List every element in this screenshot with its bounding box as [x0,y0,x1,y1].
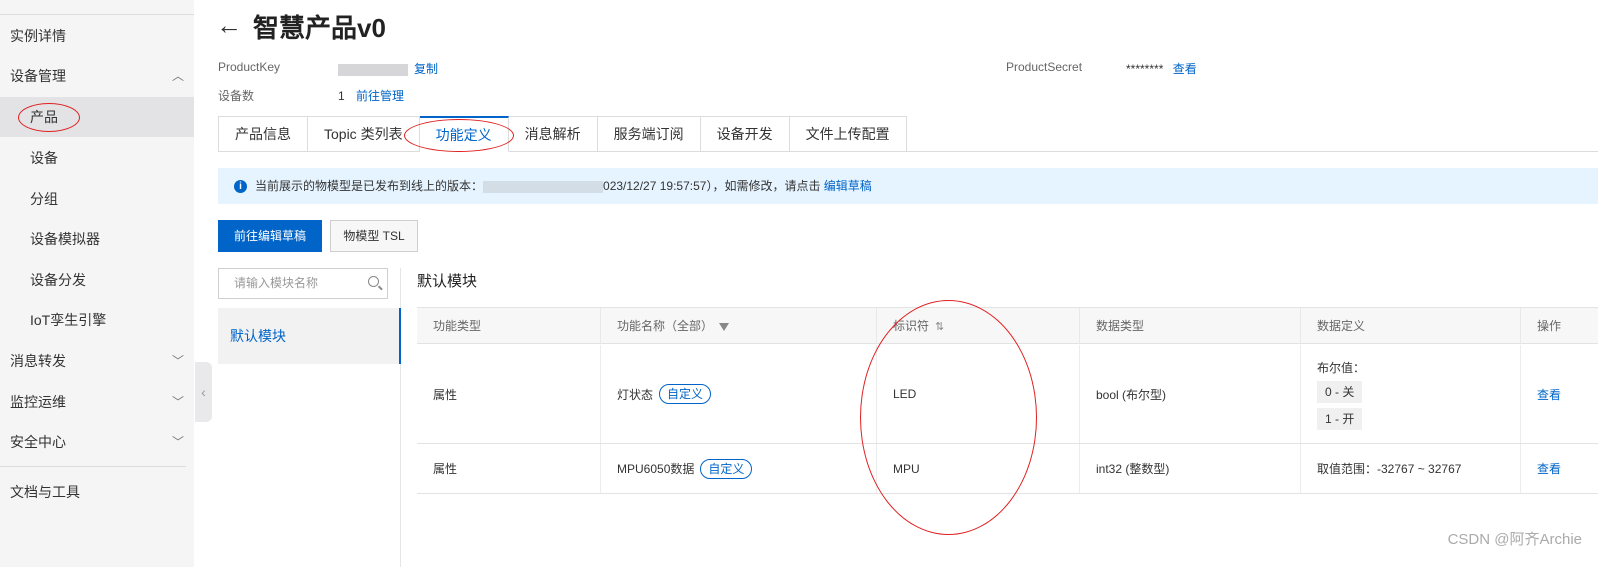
enum-value: 1 - 开 [1317,407,1363,430]
header-data-definition: 数据定义 [1301,308,1521,344]
sidebar-item-device-distribution[interactable]: 设备分发 [0,260,194,300]
annotation-ellipse [18,103,80,132]
function-table: 功能类型 功能名称（全部） 标识符 ⇅ 数据类型 数据定义 操作 属性 灯状态 自… [417,307,1598,494]
redacted-block [483,180,604,193]
info-icon: i [234,180,247,194]
sidebar-item-label: 安全中心 [10,434,66,450]
sidebar-item-device-management[interactable]: 设备管理 ︿ [0,56,194,96]
notice-banner: i 当前展示的物模型是已发布到线上的版本： 023/12/27 19:57:57），… [218,168,1598,204]
page-title: 智慧产品v0 [253,13,386,43]
view-link[interactable]: 查看 [1537,386,1561,403]
custom-tag: 自定义 [659,384,712,404]
sidebar-item-docs-tools[interactable]: 文档与工具 [0,472,194,512]
chevron-down-icon: ﹀ [171,354,184,368]
chevron-down-icon: ﹀ [171,395,184,409]
notice-text: 当前展示的物模型是已发布到线上的版本： [255,179,484,193]
sidebar-divider [0,466,186,467]
device-count-number: 1 [338,89,345,103]
product-secret-label: ProductSecret [1006,60,1083,74]
product-secret-value: ******** 查看 [1126,60,1197,77]
back-arrow-icon[interactable]: ← [216,10,242,41]
function-name: 灯状态 [617,387,654,402]
watermark: CSDN @阿齐Archie [1447,531,1582,548]
cell-type: 属性 [417,444,601,493]
tab-product-info[interactable]: 产品信息 [218,116,308,152]
header-label: 功能名称（全部） [617,319,714,333]
sidebar-item-label: 设备 [30,150,58,166]
sidebar-collapse-handle[interactable]: ‹ [195,362,212,422]
header-function-name[interactable]: 功能名称（全部） [601,308,877,344]
device-count-label: 设备数 [218,89,255,103]
view-link[interactable]: 查看 [1537,460,1561,477]
header-data-type: 数据类型 [1080,308,1301,344]
cell-actions: 查看 [1521,444,1598,493]
cell-data-type: bool (布尔型) [1080,345,1301,443]
tsl-button[interactable]: 物模型 TSL [330,220,418,252]
sidebar-item-device-simulator[interactable]: 设备模拟器 [0,219,194,259]
sidebar-item-monitoring[interactable]: 监控运维 ﹀ [0,382,194,422]
sidebar-item-label: 消息转发 [10,353,66,369]
sidebar-item-groups[interactable]: 分组 [0,179,194,219]
edit-draft-link[interactable]: 编辑草稿 [824,179,872,193]
chevron-up-icon: ︿ [171,69,184,83]
sidebar-item-label: 文档与工具 [10,484,80,500]
cell-name: MPU6050数据 自定义 [601,444,877,493]
cell-type: 属性 [417,345,601,443]
annotation-ellipse [860,300,1037,535]
cell-definition: 布尔值： 0 - 关 1 - 开 [1301,345,1521,443]
search-icon[interactable] [368,276,379,287]
cell-name: 灯状态 自定义 [601,345,877,443]
custom-tag: 自定义 [700,458,753,479]
enum-value: 0 - 关 [1317,380,1363,403]
filter-icon[interactable] [719,322,730,331]
cell-data-type: int32 (整数型) [1080,444,1301,493]
product-key-label: ProductKey [218,60,281,74]
search-placeholder: 请输入模块名称 [234,276,319,290]
module-item-default[interactable]: 默认模块 [218,308,401,364]
sidebar-item-security-center[interactable]: 安全中心 ﹀ [0,422,194,462]
device-count-value: 1 前往管理 [338,87,404,104]
product-key-value: 复制 [338,60,438,77]
tab-topic-list[interactable]: Topic 类列表 [308,116,420,152]
tab-message-parsing[interactable]: 消息解析 [508,116,598,152]
header-actions: 操作 [1537,319,1562,333]
function-name: MPU6050数据 [617,462,695,476]
cell-definition: 取值范围：-32767 ~ 32767 [1301,444,1521,493]
sidebar: 实例详情 设备管理 ︿ 产品 设备 分组 设备模拟器 设备分发 IoT孪生引擎 消… [0,0,194,567]
sidebar-item-label: 设备分发 [30,272,86,288]
copy-link[interactable]: 复制 [414,62,438,76]
tab-file-upload-config[interactable]: 文件上传配置 [789,116,907,152]
view-secret-link[interactable]: 查看 [1173,62,1197,76]
secret-mask: ******** [1126,62,1164,76]
tab-device-development[interactable]: 设备开发 [700,116,790,152]
sidebar-item-label: 设备模拟器 [30,231,100,247]
redacted-block [338,63,408,76]
annotation-ellipse [404,119,514,152]
sidebar-item-message-forwarding[interactable]: 消息转发 ﹀ [0,341,194,381]
chevron-down-icon: ﹀ [171,435,184,449]
module-search-input[interactable]: 请输入模块名称 [218,268,388,299]
sidebar-item-label: 实例详情 [10,28,66,44]
definition-title: 布尔值： [1317,360,1366,375]
sidebar-item-label: 设备管理 [10,68,66,84]
sidebar-item-label: 监控运维 [10,394,66,410]
sidebar-item-label: 分组 [30,191,58,207]
sidebar-item-devices[interactable]: 设备 [0,138,194,178]
edit-draft-button[interactable]: 前往编辑草稿 [218,220,322,252]
sidebar-item-instance-details[interactable]: 实例详情 [0,16,194,56]
header-function-type: 功能类型 [417,308,601,344]
cell-actions: 查看 [1521,345,1598,443]
sidebar-item-label: IoT孪生引擎 [30,312,107,328]
notice-time: 023/12/27 19:57:57），如需修改，请点击 [603,179,821,193]
tab-server-subscription[interactable]: 服务端订阅 [597,116,701,152]
tab-bar: 产品信息 Topic 类列表 功能定义 消息解析 服务端订阅 设备开发 文件上传… [218,116,907,152]
manage-devices-link[interactable]: 前往管理 [356,89,404,103]
sidebar-item-iot-twin-engine[interactable]: IoT孪生引擎 [0,300,194,340]
sidebar-top-divider [0,14,194,15]
section-title: 默认模块 [417,273,478,290]
